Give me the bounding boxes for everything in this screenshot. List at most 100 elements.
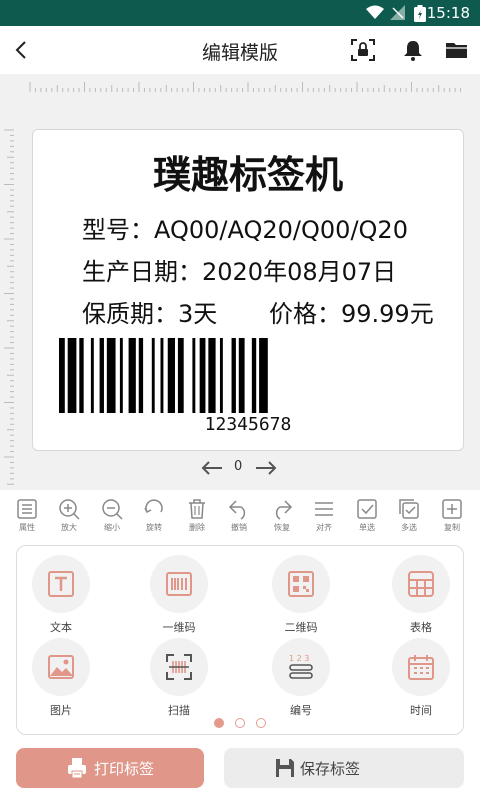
panel-page-indicator xyxy=(214,718,274,730)
panel-item-text[interactable]: 文本 xyxy=(21,555,101,634)
bell-icon[interactable] xyxy=(400,38,426,62)
save-disk-icon xyxy=(276,759,294,777)
tool-copy[interactable]: 复制 xyxy=(431,498,473,542)
save-label-button[interactable]: 保存标签 xyxy=(224,748,464,788)
barcode-bar xyxy=(99,338,104,413)
tool-label: 对齐 xyxy=(316,523,332,532)
trash-icon xyxy=(189,499,205,519)
label-price-text[interactable]: 价格：99.99元 xyxy=(269,294,434,329)
status-time: 15:18 xyxy=(426,4,470,22)
calendar-icon xyxy=(408,655,434,680)
page-pager: 0 xyxy=(200,458,280,478)
tool-label: 旋转 xyxy=(146,523,162,532)
redo-icon xyxy=(275,500,293,520)
barcode-bar xyxy=(167,338,175,413)
horizontal-ruler xyxy=(29,82,462,92)
panel-item-time[interactable]: 时间 xyxy=(381,638,461,717)
scan-icon xyxy=(166,654,192,680)
multi-select-icon xyxy=(399,499,419,519)
barcode-bar xyxy=(160,338,164,413)
panel-item-table[interactable]: 表格 xyxy=(381,555,461,634)
tool-multi-select[interactable]: 多选 xyxy=(388,498,430,542)
editor-canvas: 璞趣标签机 型号：AQ00/AQ20/Q00/Q20 生产日期：2020年08月… xyxy=(0,74,480,490)
barcode-bar xyxy=(177,338,184,413)
tool-properties[interactable]: 属性 xyxy=(6,498,48,542)
tool-label: 单选 xyxy=(359,523,375,532)
barcode-icon xyxy=(166,572,192,596)
page-number: 0 xyxy=(234,459,243,474)
barcode-bar xyxy=(238,338,245,413)
barcode-bar xyxy=(90,338,94,413)
align-icon xyxy=(315,502,333,516)
barcode-bar xyxy=(199,338,206,413)
barcode-bar xyxy=(219,338,223,413)
panel-item-qrcode[interactable]: 二维码 xyxy=(261,555,341,634)
panel-item-image[interactable]: 图片 xyxy=(21,638,101,717)
barcode-bar xyxy=(106,338,116,413)
barcode-bar xyxy=(79,338,84,413)
barcode-bar xyxy=(128,338,136,413)
barcode-bar xyxy=(192,338,196,413)
qrcode-icon xyxy=(288,571,314,597)
wifi-icon xyxy=(366,5,384,19)
tool-label: 恢复 xyxy=(274,523,290,532)
tool-rotate[interactable]: 旋转 xyxy=(133,498,175,542)
tool-delete[interactable]: 删除 xyxy=(176,498,218,542)
copy-icon xyxy=(442,499,462,519)
tool-zoom-in[interactable]: 放大 xyxy=(48,498,90,542)
barcode-graphic[interactable] xyxy=(59,338,429,413)
barcode-bar xyxy=(138,338,144,413)
image-icon xyxy=(48,655,74,679)
panel-item-numbering[interactable]: 1 2 3 编号 xyxy=(261,638,341,717)
tool-zoom-out[interactable]: 缩小 xyxy=(91,498,133,542)
tool-single-select[interactable]: 单选 xyxy=(346,498,388,542)
barcode-bar xyxy=(259,338,268,413)
page-dot[interactable] xyxy=(256,718,266,728)
element-panel: 文本 一维码 二维码 表格 图片 扫描 1 2 3 编号 时间 xyxy=(16,545,464,735)
vertical-ruler xyxy=(4,129,14,485)
tool-redo[interactable]: 恢复 xyxy=(261,498,303,542)
tool-label: 缩小 xyxy=(104,523,120,532)
battery-icon xyxy=(414,5,426,22)
label-preview[interactable]: 璞趣标签机 型号：AQ00/AQ20/Q00/Q20 生产日期：2020年08月… xyxy=(32,129,464,451)
tool-label: 放大 xyxy=(61,523,77,532)
next-page-arrow-icon[interactable] xyxy=(254,461,278,475)
undo-icon xyxy=(228,500,246,520)
label-shelf-life-text[interactable]: 保质期：3天 xyxy=(82,294,217,329)
barcode-number-text[interactable]: 12345678 xyxy=(33,414,463,435)
tool-label: 撤销 xyxy=(231,523,247,532)
label-title-text[interactable]: 璞趣标签机 xyxy=(33,144,463,199)
barcode-bar xyxy=(151,338,155,413)
barcode-bar xyxy=(67,338,77,413)
label-date-text[interactable]: 生产日期：2020年08月07日 xyxy=(82,252,396,287)
scan-lock-icon[interactable] xyxy=(350,38,376,62)
svg-text:1 2 3: 1 2 3 xyxy=(289,654,309,663)
text-icon xyxy=(48,571,74,597)
zoom-out-icon xyxy=(102,499,123,520)
barcode-bar xyxy=(208,338,216,413)
rotate-icon xyxy=(144,499,163,514)
panel-item-scan[interactable]: 扫描 xyxy=(139,638,219,717)
print-label-button[interactable]: 打印标签 xyxy=(16,748,204,788)
barcode-bar xyxy=(251,338,257,413)
checkbox-icon xyxy=(357,499,377,519)
table-icon xyxy=(408,571,434,597)
page-dot[interactable] xyxy=(235,718,245,728)
numbering-icon: 1 2 3 xyxy=(289,654,313,679)
barcode-bar xyxy=(59,338,65,413)
app-bar: 编辑模版 xyxy=(0,26,480,74)
panel-item-barcode[interactable]: 一维码 xyxy=(139,555,219,634)
tool-align[interactable]: 对齐 xyxy=(303,498,345,542)
prev-page-arrow-icon[interactable] xyxy=(200,461,224,475)
status-bar: 15:18 xyxy=(0,0,480,26)
tool-undo[interactable]: 撤销 xyxy=(218,498,260,542)
label-model-text[interactable]: 型号：AQ00/AQ20/Q00/Q20 xyxy=(82,210,408,245)
barcode-bar xyxy=(119,338,123,413)
tool-label: 多选 xyxy=(401,523,417,532)
page-dot[interactable] xyxy=(214,718,224,728)
edit-toolbar: 属性 放大 缩小 旋转 删除 撤销 恢复 对齐 单选 多选 复制 xyxy=(0,490,480,542)
tool-label: 删除 xyxy=(189,523,205,532)
printer-icon xyxy=(68,758,86,779)
folder-icon[interactable] xyxy=(444,38,470,62)
list-icon xyxy=(17,499,37,519)
